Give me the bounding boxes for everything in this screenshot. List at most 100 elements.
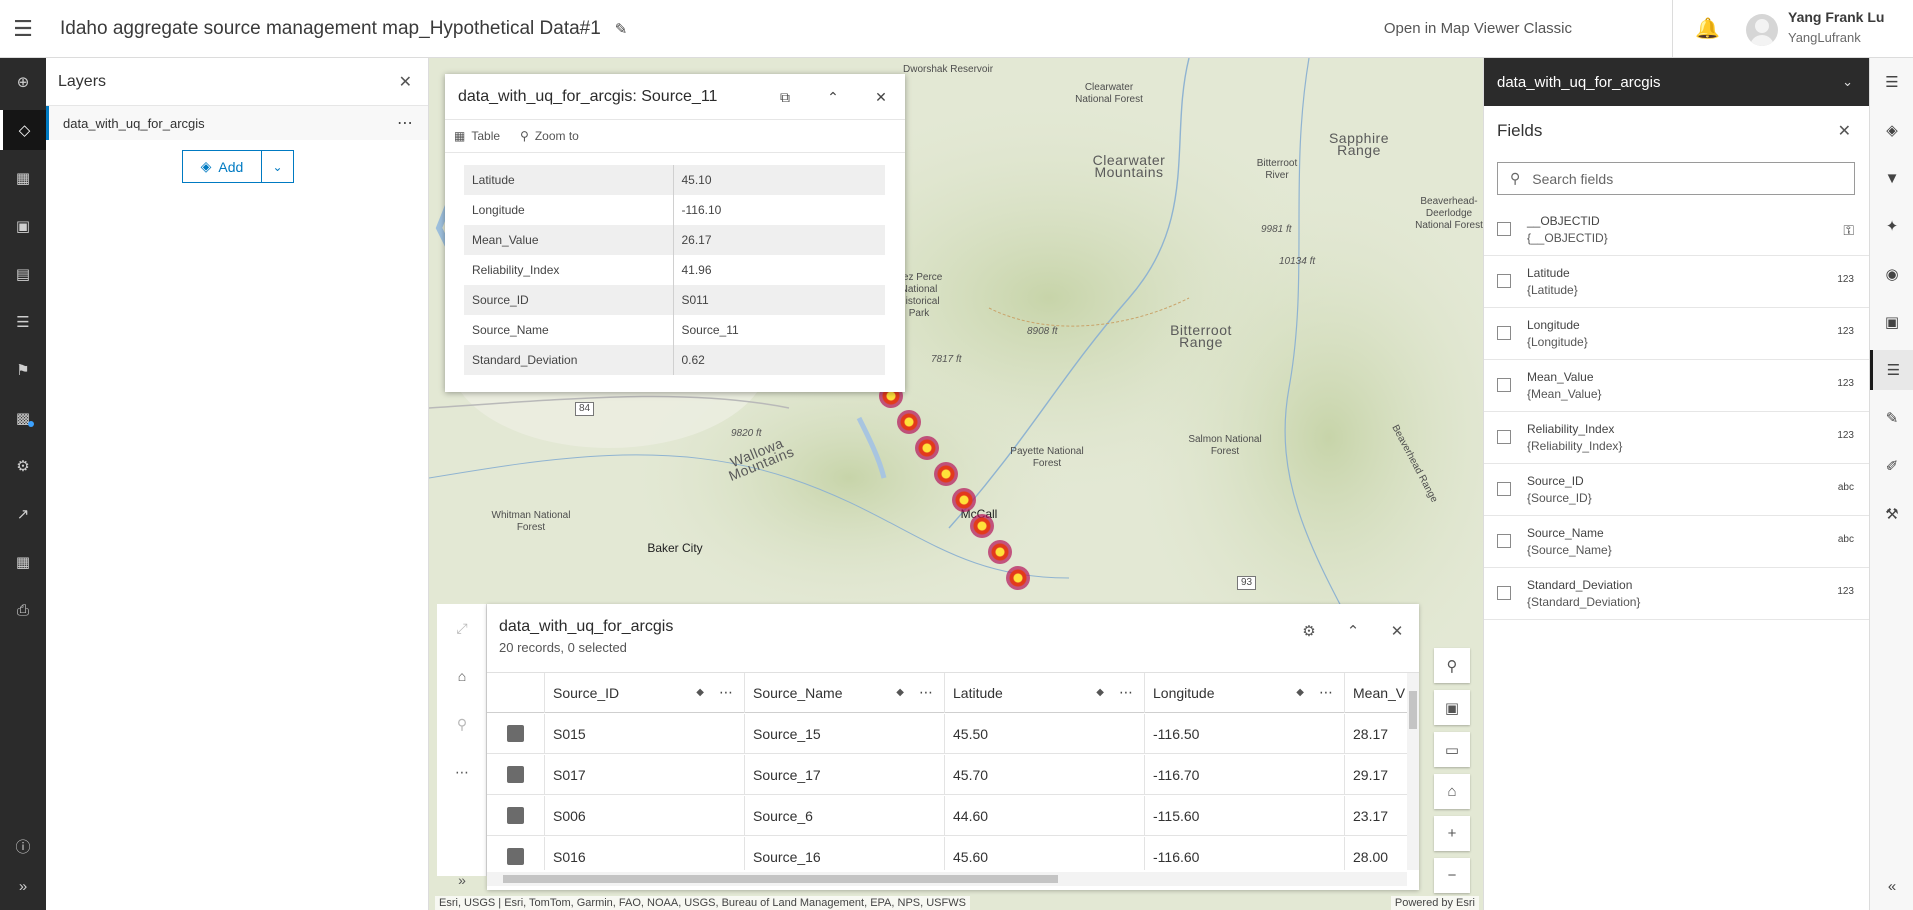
aggregation-icon[interactable]: ◉ xyxy=(1870,254,1913,294)
field-item[interactable]: Reliability_Index {Reliability_Index} 123 xyxy=(1484,412,1870,464)
settings-gear-icon[interactable]: ⚙ xyxy=(1287,614,1331,648)
column-header[interactable]: Longitude ◆ ⋯ xyxy=(1145,673,1345,713)
row-select-cell[interactable] xyxy=(487,795,545,836)
notifications-bell-icon[interactable]: 🔔 xyxy=(1695,16,1720,41)
add-layer-icon[interactable]: ⊕ xyxy=(0,62,46,102)
column-header[interactable]: Source_Name ◆ ⋯ xyxy=(745,673,945,713)
close-icon[interactable]: ✕ xyxy=(1375,614,1419,648)
settings-gear-icon[interactable]: ⚙ xyxy=(0,446,46,486)
collapse-icon[interactable]: ⌃ xyxy=(809,74,857,120)
dock-icon[interactable]: ⧉ xyxy=(761,74,809,120)
expand-icon[interactable]: ⤢ xyxy=(437,604,487,652)
chevron-down-icon[interactable]: ⌄ xyxy=(1842,74,1853,90)
info-icon[interactable]: ⓘ xyxy=(0,826,46,866)
column-header[interactable]: Source_ID ◆ ⋯ xyxy=(545,673,745,713)
sort-icon[interactable]: ◆ xyxy=(1296,687,1304,698)
properties-sliders-icon[interactable]: ☰ xyxy=(1870,62,1913,102)
legend-icon[interactable]: ☰ xyxy=(0,302,46,342)
sort-icon[interactable]: ◆ xyxy=(896,687,904,698)
configure-icon[interactable]: ⚒ xyxy=(1870,494,1913,534)
effects-icon[interactable]: ✦ xyxy=(1870,206,1913,246)
row-select-cell[interactable] xyxy=(487,836,545,870)
row-checkbox[interactable] xyxy=(507,725,524,742)
field-checkbox[interactable] xyxy=(1497,274,1511,288)
column-menu-icon[interactable]: ⋯ xyxy=(1319,684,1334,701)
menu-icon[interactable]: ☰ xyxy=(0,0,46,58)
labels-icon[interactable]: ✎ xyxy=(1870,398,1913,438)
row-checkbox[interactable] xyxy=(507,848,524,865)
user-handle[interactable]: YangLufrank xyxy=(1788,30,1861,45)
properties-icon[interactable]: ▩ xyxy=(0,398,46,438)
sort-icon[interactable]: ◆ xyxy=(1096,687,1104,698)
row-select-cell[interactable] xyxy=(487,713,545,754)
edit-title-icon[interactable]: ✎ xyxy=(615,20,628,38)
close-icon[interactable]: ✕ xyxy=(1838,121,1851,141)
field-item[interactable]: Mean_Value {Mean_Value} 123 xyxy=(1484,360,1870,412)
table-row[interactable]: S015 Source_15 45.50 -116.50 28.17 xyxy=(487,713,1407,754)
create-app-icon[interactable]: ▦ xyxy=(0,542,46,582)
collapse-panel-icon[interactable]: « xyxy=(1870,866,1913,906)
map-point[interactable] xyxy=(897,410,921,434)
field-checkbox[interactable] xyxy=(1497,482,1511,496)
open-classic-link[interactable]: Open in Map Viewer Classic xyxy=(1384,20,1572,37)
horizontal-scrollbar[interactable] xyxy=(487,872,1407,886)
sort-icon[interactable]: ◆ xyxy=(696,687,704,698)
column-header[interactable]: Mean_V xyxy=(1345,673,1407,713)
print-icon[interactable]: ⎙ xyxy=(0,590,46,630)
field-item[interactable]: Source_Name {Source_Name} abc xyxy=(1484,516,1870,568)
charts-icon[interactable]: ▤ xyxy=(0,254,46,294)
map-point[interactable] xyxy=(915,436,939,460)
chevron-down-icon[interactable]: ⌄ xyxy=(261,151,293,182)
filter-icon[interactable]: ▼ xyxy=(1870,158,1913,198)
zoom-out-icon[interactable]: − xyxy=(1434,858,1470,893)
field-checkbox[interactable] xyxy=(1497,586,1511,600)
field-item[interactable]: Standard_Deviation {Standard_Deviation} 12… xyxy=(1484,568,1870,620)
field-item[interactable]: __OBJECTID {__OBJECTID} ⚿ xyxy=(1484,204,1870,256)
bookmarks-icon[interactable]: ⚑ xyxy=(0,350,46,390)
layer-selector[interactable]: data_with_uq_for_arcgis ⌄ xyxy=(1484,58,1869,106)
field-item[interactable]: Longitude {Longitude} 123 xyxy=(1484,308,1870,360)
map-point[interactable] xyxy=(970,514,994,538)
basemap-icon[interactable]: ▣ xyxy=(0,206,46,246)
expand-toolbar-icon[interactable]: » xyxy=(0,866,46,906)
share-icon[interactable]: ↗ xyxy=(0,494,46,534)
close-icon[interactable]: ✕ xyxy=(857,74,905,120)
fields-icon[interactable]: ☰ xyxy=(1870,350,1913,390)
column-menu-icon[interactable]: ⋯ xyxy=(919,684,934,701)
column-header[interactable]: Latitude ◆ ⋯ xyxy=(945,673,1145,713)
zoom-to-action[interactable]: ⚲ Zoom to xyxy=(520,129,579,143)
search-fields-input[interactable]: ⚲ Search fields xyxy=(1497,162,1855,195)
layers-icon[interactable]: ◇ xyxy=(0,110,46,150)
scrollbar-thumb[interactable] xyxy=(1409,691,1417,729)
field-checkbox[interactable] xyxy=(1497,534,1511,548)
table-row[interactable]: S006 Source_6 44.60 -115.60 23.17 xyxy=(487,795,1407,836)
map-point[interactable] xyxy=(952,488,976,512)
table-row[interactable]: S016 Source_16 45.60 -116.60 28.00 xyxy=(487,836,1407,870)
home-icon[interactable]: ⌂ xyxy=(1434,774,1470,809)
row-checkbox[interactable] xyxy=(507,807,524,824)
field-checkbox[interactable] xyxy=(1497,378,1511,392)
row-select-cell[interactable] xyxy=(487,754,545,795)
table-action[interactable]: ▦ Table xyxy=(454,129,500,143)
field-checkbox[interactable] xyxy=(1497,430,1511,444)
zoom-in-icon[interactable]: + xyxy=(1434,816,1470,851)
collapse-sidebar-icon[interactable]: » xyxy=(437,856,487,904)
styles-icon[interactable]: ◈ xyxy=(1870,110,1913,150)
layer-options-icon[interactable]: ⋯ xyxy=(397,113,414,133)
row-checkbox[interactable] xyxy=(507,766,524,783)
map-point[interactable] xyxy=(934,462,958,486)
field-checkbox[interactable] xyxy=(1497,222,1511,236)
popups-icon[interactable]: ▣ xyxy=(1870,302,1913,342)
map-point[interactable] xyxy=(1006,566,1030,590)
close-icon[interactable]: ✕ xyxy=(399,72,412,92)
search-icon[interactable]: ⚲ xyxy=(1434,648,1470,683)
sketch-icon[interactable]: ✐ xyxy=(1870,446,1913,486)
field-item[interactable]: Latitude {Latitude} 123 xyxy=(1484,256,1870,308)
home-icon[interactable]: ⌂ xyxy=(437,652,487,700)
vertical-scrollbar[interactable] xyxy=(1407,673,1419,870)
field-item[interactable]: Source_ID {Source_ID} abc xyxy=(1484,464,1870,516)
powered-by[interactable]: Powered by Esri xyxy=(1390,896,1479,910)
avatar[interactable] xyxy=(1746,14,1778,46)
display-icon[interactable]: ▭ xyxy=(1434,732,1470,767)
double-chevron-up-icon[interactable]: ⌃ xyxy=(1331,614,1375,648)
